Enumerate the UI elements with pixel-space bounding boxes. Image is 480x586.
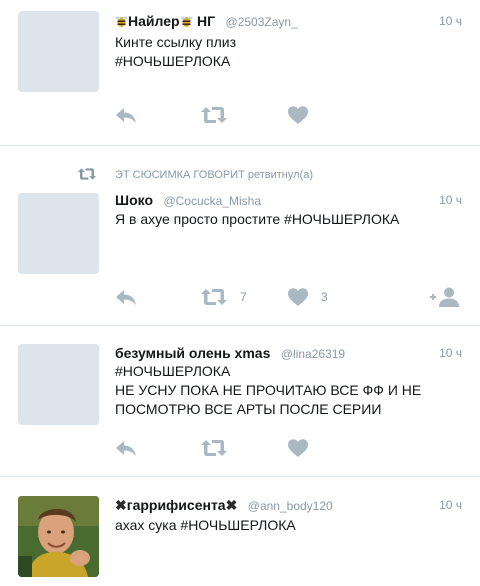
avatar-photo [18,496,99,577]
timestamp[interactable]: 10 ч [439,346,462,360]
retweet-icon [201,440,227,456]
like-button[interactable] [287,436,309,460]
retweet-icon [201,289,227,305]
timestamp[interactable]: 10 ч [439,498,462,512]
display-name[interactable]: Шоко [115,192,153,208]
follow-button[interactable] [428,285,462,309]
like-button[interactable]: 3 [287,285,328,309]
tweet-actions [110,436,470,460]
avatar[interactable] [18,11,99,92]
retweet-button[interactable]: 7 [200,285,247,309]
cross-mark-emoji-icon: ✖ [225,497,238,513]
reply-icon [116,441,136,456]
tweet-header: Шоко @Cocucka_Misha 10 ч [115,192,462,210]
retweet-icon [77,168,97,180]
reply-icon [116,108,136,123]
bee-emoji-icon [180,16,193,27]
tweet-header: безумный олень xmas @lina26319 10 ч [115,345,462,363]
user-handle[interactable]: @Cocucka_Misha [163,194,261,208]
user-handle[interactable]: @ann_body120 [248,499,333,513]
follow-icon [430,287,459,307]
retweet-button[interactable] [200,103,228,127]
heart-icon [288,439,308,457]
display-name[interactable]: гаррифисента [127,497,226,513]
reply-icon [116,290,136,305]
heart-icon [288,288,308,306]
cross-mark-emoji-icon: ✖ [115,497,127,513]
tweet-text: #НОЧЬШЕРЛОКА НЕ УСНУ ПОКА НЕ ПРОЧИТАЮ ВС… [115,363,422,417]
avatar[interactable] [18,496,99,577]
tweet-text: Я в ахуе просто простите #НОЧЬШЕРЛОКА [115,211,400,227]
tweet-actions: 7 3 [110,285,470,309]
tweet-text: Кинте ссылку плиз #НОЧЬШЕРЛОКА [115,34,237,69]
avatar[interactable] [18,344,99,425]
retweet-button[interactable] [200,436,228,460]
tweet-divider [0,325,480,326]
heart-icon [288,106,308,124]
retweet-context-text[interactable]: ЭТ СЮСИМКА ГОВОРИТ ретвитнул(а) [115,169,313,181]
timestamp[interactable]: 10 ч [439,193,462,207]
tweet-header: ✖гаррифисента✖ @ann_body120 10 ч [115,497,462,515]
bee-emoji-icon [115,16,128,27]
tweet-actions [110,103,470,127]
like-count: 3 [321,290,328,304]
timestamp[interactable]: 10 ч [439,14,462,28]
user-handle[interactable]: @lina26319 [281,347,345,361]
timeline-feed: Найлер НГ @2503Zayn_ 10 ч Кинте ссылку п… [0,0,480,586]
reply-button[interactable] [114,285,138,309]
tweet-divider [0,145,480,146]
avatar[interactable] [18,193,99,274]
retweet-icon [201,107,227,123]
retweet-count: 7 [240,290,247,304]
user-handle[interactable]: @2503Zayn_ [226,15,298,29]
display-name[interactable]: Найлер [128,13,180,29]
reply-button[interactable] [114,103,138,127]
tweet-text: ахах сука #НОЧЬШЕРЛОКА [115,517,296,533]
display-name[interactable]: безумный олень xmas [115,345,270,361]
like-button[interactable] [287,103,309,127]
display-name-suffix: НГ [197,13,216,29]
tweet-header: Найлер НГ @2503Zayn_ 10 ч [115,13,462,31]
reply-button[interactable] [114,436,138,460]
retweet-context: ЭТ СЮСИМКА ГОВОРИТ ретвитнул(а) [0,167,480,183]
tweet-divider [0,476,480,477]
